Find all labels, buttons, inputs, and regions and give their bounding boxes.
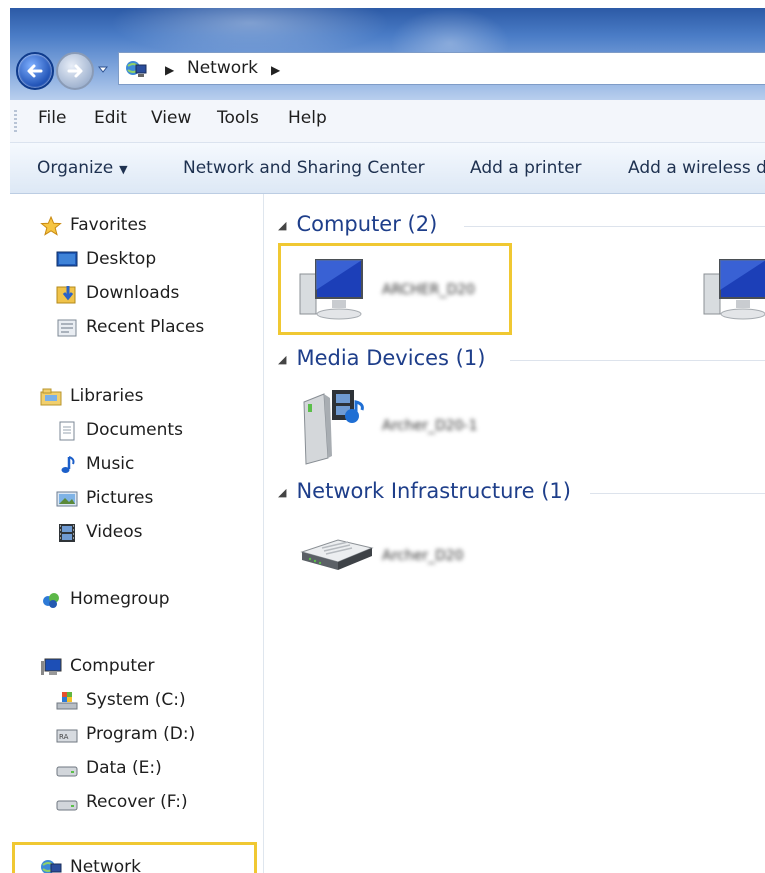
computer-device-icon (703, 259, 765, 320)
collapse-triangle-icon: ◢ (278, 218, 287, 232)
menu-help[interactable]: Help (288, 108, 327, 128)
command-bar: Organize ▼ Network and Sharing Center Add… (10, 143, 765, 194)
forward-arrow-icon (67, 64, 83, 78)
menu-bar: File Edit View Tools Help (10, 100, 765, 143)
group-header-network-infrastructure[interactable]: ◢ Network Infrastructure (1) (278, 479, 571, 509)
computer-icon (41, 658, 62, 675)
svg-text:RA: RA (59, 733, 69, 741)
title-bar: ▶ Network ▶ (10, 8, 765, 100)
media-device-item-1[interactable]: Archer_D20-1 (298, 388, 498, 468)
explorer-window: ▶ Network ▶ File Edit View Tools Help Or… (10, 8, 765, 873)
address-bar[interactable]: ▶ Network ▶ (118, 52, 765, 85)
recover-drive-icon (56, 800, 78, 811)
computer-item-1[interactable]: ARCHER_D20 (298, 254, 498, 324)
menu-edit[interactable]: Edit (94, 108, 127, 128)
recent-pages-dropdown[interactable] (98, 64, 108, 74)
back-arrow-icon (27, 64, 43, 78)
homegroup-icon (43, 593, 59, 608)
network-icon (41, 860, 62, 873)
content-pane: ◢ Computer (2) ARCHER_D20 ◢ Media Devices (264, 194, 765, 873)
system-drive-icon (56, 692, 78, 710)
data-drive-icon (56, 766, 78, 777)
downloads-icon (56, 286, 76, 304)
document-icon (59, 421, 75, 441)
music-icon (61, 456, 75, 473)
organize-button[interactable]: Organize ▼ (37, 158, 128, 178)
router-item-1[interactable]: Archer_D20 (298, 528, 498, 588)
back-button[interactable] (16, 52, 54, 90)
router-icon (300, 539, 374, 570)
breadcrumb-arrow[interactable]: ▶ (165, 63, 174, 77)
breadcrumb-arrow[interactable]: ▶ (271, 63, 280, 77)
group-header-media-devices[interactable]: ◢ Media Devices (1) (278, 346, 485, 376)
computer-name-1: ARCHER_D20 (382, 282, 476, 298)
chevron-down-icon: ▼ (119, 163, 128, 176)
computer-device-icon (299, 259, 363, 320)
group-header-computer[interactable]: ◢ Computer (2) (278, 212, 437, 242)
navigation-pane: Favorites Desktop Downloads Recent Place… (10, 194, 264, 873)
forward-button[interactable] (56, 52, 94, 90)
add-wireless-device-button[interactable]: Add a wireless d (628, 158, 765, 178)
videos-icon (59, 524, 75, 542)
menu-file[interactable]: File (38, 108, 66, 128)
network-sharing-center-button[interactable]: Network and Sharing Center (183, 158, 425, 178)
computer-item-2[interactable] (702, 254, 765, 324)
router-name-1: Archer_D20 (382, 548, 464, 564)
star-icon (40, 216, 62, 236)
recent-places-icon (57, 319, 77, 337)
add-printer-button[interactable]: Add a printer (470, 158, 582, 178)
collapse-triangle-icon: ◢ (278, 352, 287, 366)
desktop-icon (56, 251, 78, 267)
collapse-triangle-icon: ◢ (278, 485, 287, 499)
menu-tools[interactable]: Tools (217, 108, 259, 128)
breadcrumb-network[interactable]: Network (187, 58, 258, 78)
libraries-icon (40, 388, 62, 406)
menu-view[interactable]: View (151, 108, 191, 128)
program-drive-icon: RA (56, 729, 78, 743)
media-device-name-1: Archer_D20-1 (382, 418, 478, 434)
media-device-icon (303, 390, 364, 465)
network-icon (126, 61, 147, 77)
pictures-icon (56, 491, 78, 507)
